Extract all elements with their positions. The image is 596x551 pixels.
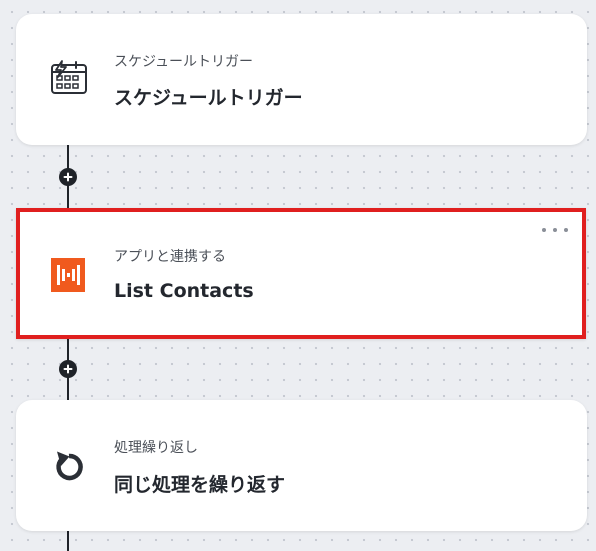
plus-icon [63,364,73,374]
more-options-button[interactable] [542,222,568,238]
step-type-label: スケジュールトリガー [114,54,254,70]
plus-icon [63,172,73,182]
flow-step-card-selected[interactable]: アプリと連携する List Contacts [16,208,586,339]
step-type-label: 処理繰り返し [114,440,198,456]
step-title: List Contacts [114,280,254,302]
step-type-label: アプリと連携する [114,249,226,265]
step-title: 同じ処理を繰り返す [114,474,286,496]
add-step-button[interactable] [59,360,77,378]
flow-connector-bottom [67,530,69,551]
step-title: スケジュールトリガー [114,87,303,109]
app-logo-icon [51,258,85,292]
schedule-trigger-icon [51,60,87,94]
more-dot [553,228,557,232]
add-step-button[interactable] [59,168,77,186]
loop-icon [56,451,83,481]
more-dot [542,228,546,232]
flow-step-card[interactable]: スケジュールトリガー スケジュールトリガー [16,14,587,145]
more-dot [564,228,568,232]
flow-step-card[interactable]: 処理繰り返し 同じ処理を繰り返す [16,400,587,531]
